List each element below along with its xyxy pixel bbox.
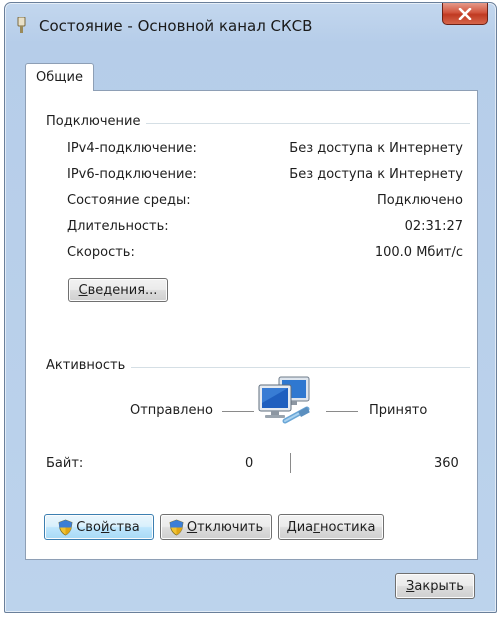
- diagnose-button-label-a: Диа: [286, 519, 314, 535]
- details-button-label: ведения...: [87, 282, 158, 298]
- received-line: [326, 411, 358, 412]
- uac-shield-icon: [58, 519, 73, 535]
- duration-label: Длительность:: [67, 219, 169, 234]
- network-computers-icon: [258, 376, 310, 424]
- ipv6-label: IPv6-подключение:: [67, 167, 197, 182]
- diagnose-button[interactable]: Диа г ностика: [278, 514, 384, 540]
- speed-label: Скорость:: [67, 245, 135, 260]
- tab-general[interactable]: Общие: [25, 63, 94, 91]
- media-state-value: Подключено: [377, 193, 463, 208]
- disable-button-accel: О: [186, 519, 198, 535]
- bytes-label: Байт:: [46, 456, 84, 471]
- network-status-icon: [17, 17, 26, 33]
- disable-button[interactable]: Отключить: [160, 514, 272, 540]
- ipv6-value: Без доступа к Интернету: [289, 167, 463, 182]
- close-button-accel: З: [406, 578, 415, 594]
- speed-value: 100.0 Мбит/с: [374, 245, 463, 260]
- close-window-button[interactable]: [442, 3, 488, 25]
- sent-line: [222, 411, 254, 412]
- bytes-sent-value: 0: [245, 456, 254, 471]
- close-icon: [458, 7, 472, 20]
- received-label: Принято: [369, 403, 428, 418]
- ipv4-label: IPv4-подключение:: [67, 141, 197, 156]
- tab-general-label: Общие: [36, 70, 83, 85]
- properties-button-accel: й: [100, 519, 110, 535]
- duration-value: 02:31:27: [404, 219, 463, 234]
- bytes-divider: [290, 453, 291, 473]
- connection-group-label: Подключение: [46, 114, 147, 129]
- properties-button-label-a: Сво: [76, 519, 101, 535]
- bytes-received-value: 360: [434, 456, 459, 471]
- status-window: Состояние - Основной канал СКСВ Общие По…: [4, 2, 497, 613]
- window-title: Состояние - Основной канал СКСВ: [39, 17, 313, 35]
- tab-panel-general: Подключение IPv4-подключение: Без доступ…: [25, 90, 478, 560]
- uac-shield-icon: [169, 519, 184, 535]
- sent-label: Отправлено: [130, 403, 213, 418]
- media-state-label: Состояние среды:: [67, 193, 191, 208]
- disable-button-label: тключить: [197, 519, 264, 535]
- title-bar[interactable]: Состояние - Основной канал СКСВ: [5, 3, 496, 47]
- close-button-label: акрыть: [414, 578, 464, 594]
- close-button[interactable]: Закрыть: [395, 573, 475, 599]
- ipv4-value: Без доступа к Интернету: [289, 141, 463, 156]
- details-button[interactable]: Сведения...: [68, 278, 168, 302]
- dialog-client: Общие Подключение IPv4-подключение: Без …: [13, 47, 488, 599]
- details-button-accel: С: [78, 282, 88, 298]
- diagnose-button-label-b: ностика: [319, 519, 376, 535]
- properties-button[interactable]: Сво й ства: [44, 514, 154, 540]
- activity-group-label: Активность: [46, 358, 132, 373]
- diagnose-button-accel: г: [313, 519, 320, 535]
- properties-button-label-b: ства: [109, 519, 140, 535]
